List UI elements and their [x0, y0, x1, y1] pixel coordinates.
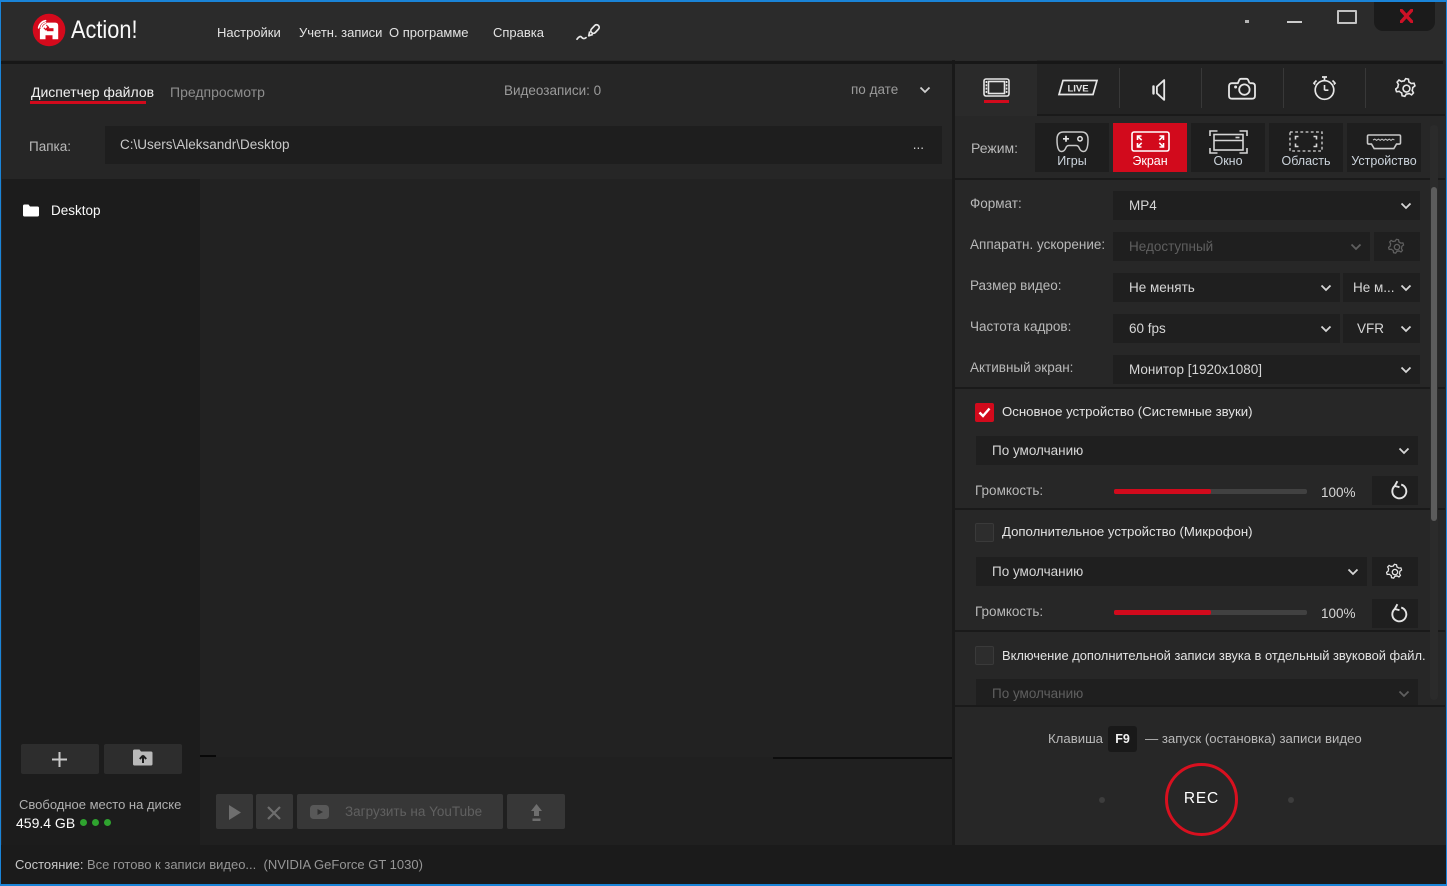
- svg-text:LIVE: LIVE: [1067, 84, 1088, 95]
